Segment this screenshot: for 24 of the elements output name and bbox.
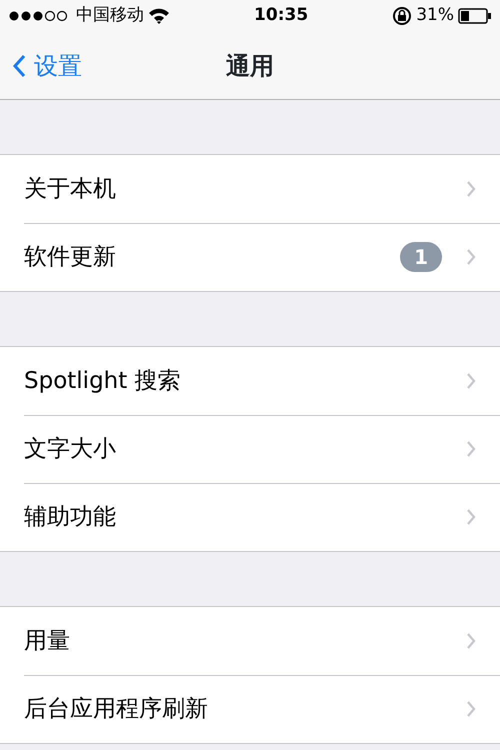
chevron-icon	[466, 508, 476, 526]
screen-title: 通用	[226, 50, 274, 82]
settings-row[interactable]: 关于本机	[0, 155, 500, 223]
settings-row[interactable]: 软件更新 1	[0, 223, 500, 291]
settings-row[interactable]: 后台应用程序刷新	[0, 675, 500, 743]
settings-row[interactable]: 用量	[0, 607, 500, 675]
settings-row[interactable]: Spotlight 搜索	[0, 347, 500, 415]
chevron-icon	[466, 700, 476, 718]
carrier-name: 中国移动	[76, 4, 144, 28]
battery-icon	[458, 8, 492, 24]
wifi-icon	[148, 7, 170, 25]
settings-row[interactable]: 辅助功能	[0, 483, 500, 551]
clock-time: 10:35	[254, 4, 308, 28]
back-chevron-icon	[12, 54, 26, 78]
chevron-icon	[466, 180, 476, 198]
chevron-icon	[466, 632, 476, 650]
count-badge: 1	[400, 242, 442, 272]
chevron-icon	[466, 372, 476, 390]
chevron-icon	[466, 440, 476, 458]
chevron-icon	[466, 248, 476, 266]
back-button[interactable]: 设置	[12, 48, 82, 84]
battery-percent: 31%	[416, 4, 454, 28]
rotation-lock-icon	[392, 6, 412, 26]
settings-row[interactable]: 文字大小	[0, 415, 500, 483]
